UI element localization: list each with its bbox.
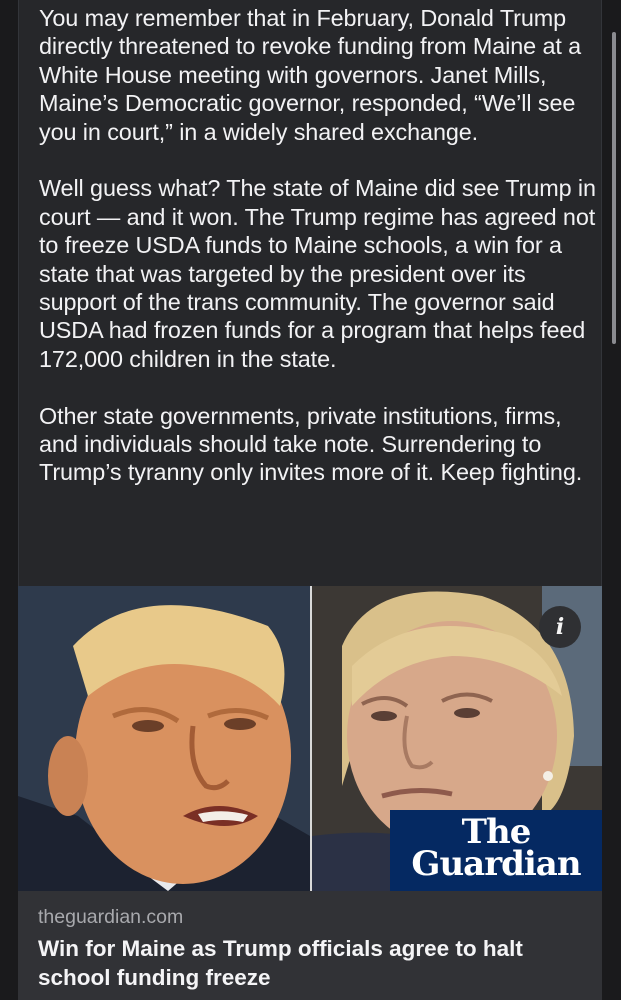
post-paragraph: You may remember that in February, Donal… [39,5,582,145]
post-paragraph: Well guess what? The state of Maine did … [39,175,596,372]
link-domain: theguardian.com [38,906,184,928]
link-preview-card[interactable]: i The Guardian theguardian.com Win for M… [18,586,602,1000]
post-body: You may remember that in February, Donal… [39,4,599,515]
post-paragraph: Other state governments, private institu… [39,402,583,486]
guardian-logo: The Guardian [390,810,602,891]
scrollbar[interactable] [612,32,616,344]
trump-portrait-illustration [18,586,310,891]
info-icon[interactable]: i [539,606,581,648]
logo-line-2: Guardian [411,844,581,884]
link-headline[interactable]: Win for Maine as Trump officials agree t… [38,934,588,992]
link-meta: theguardian.com Win for Maine as Trump o… [38,904,588,992]
photo-trump [18,586,310,891]
preview-image[interactable]: i The Guardian [18,586,602,891]
